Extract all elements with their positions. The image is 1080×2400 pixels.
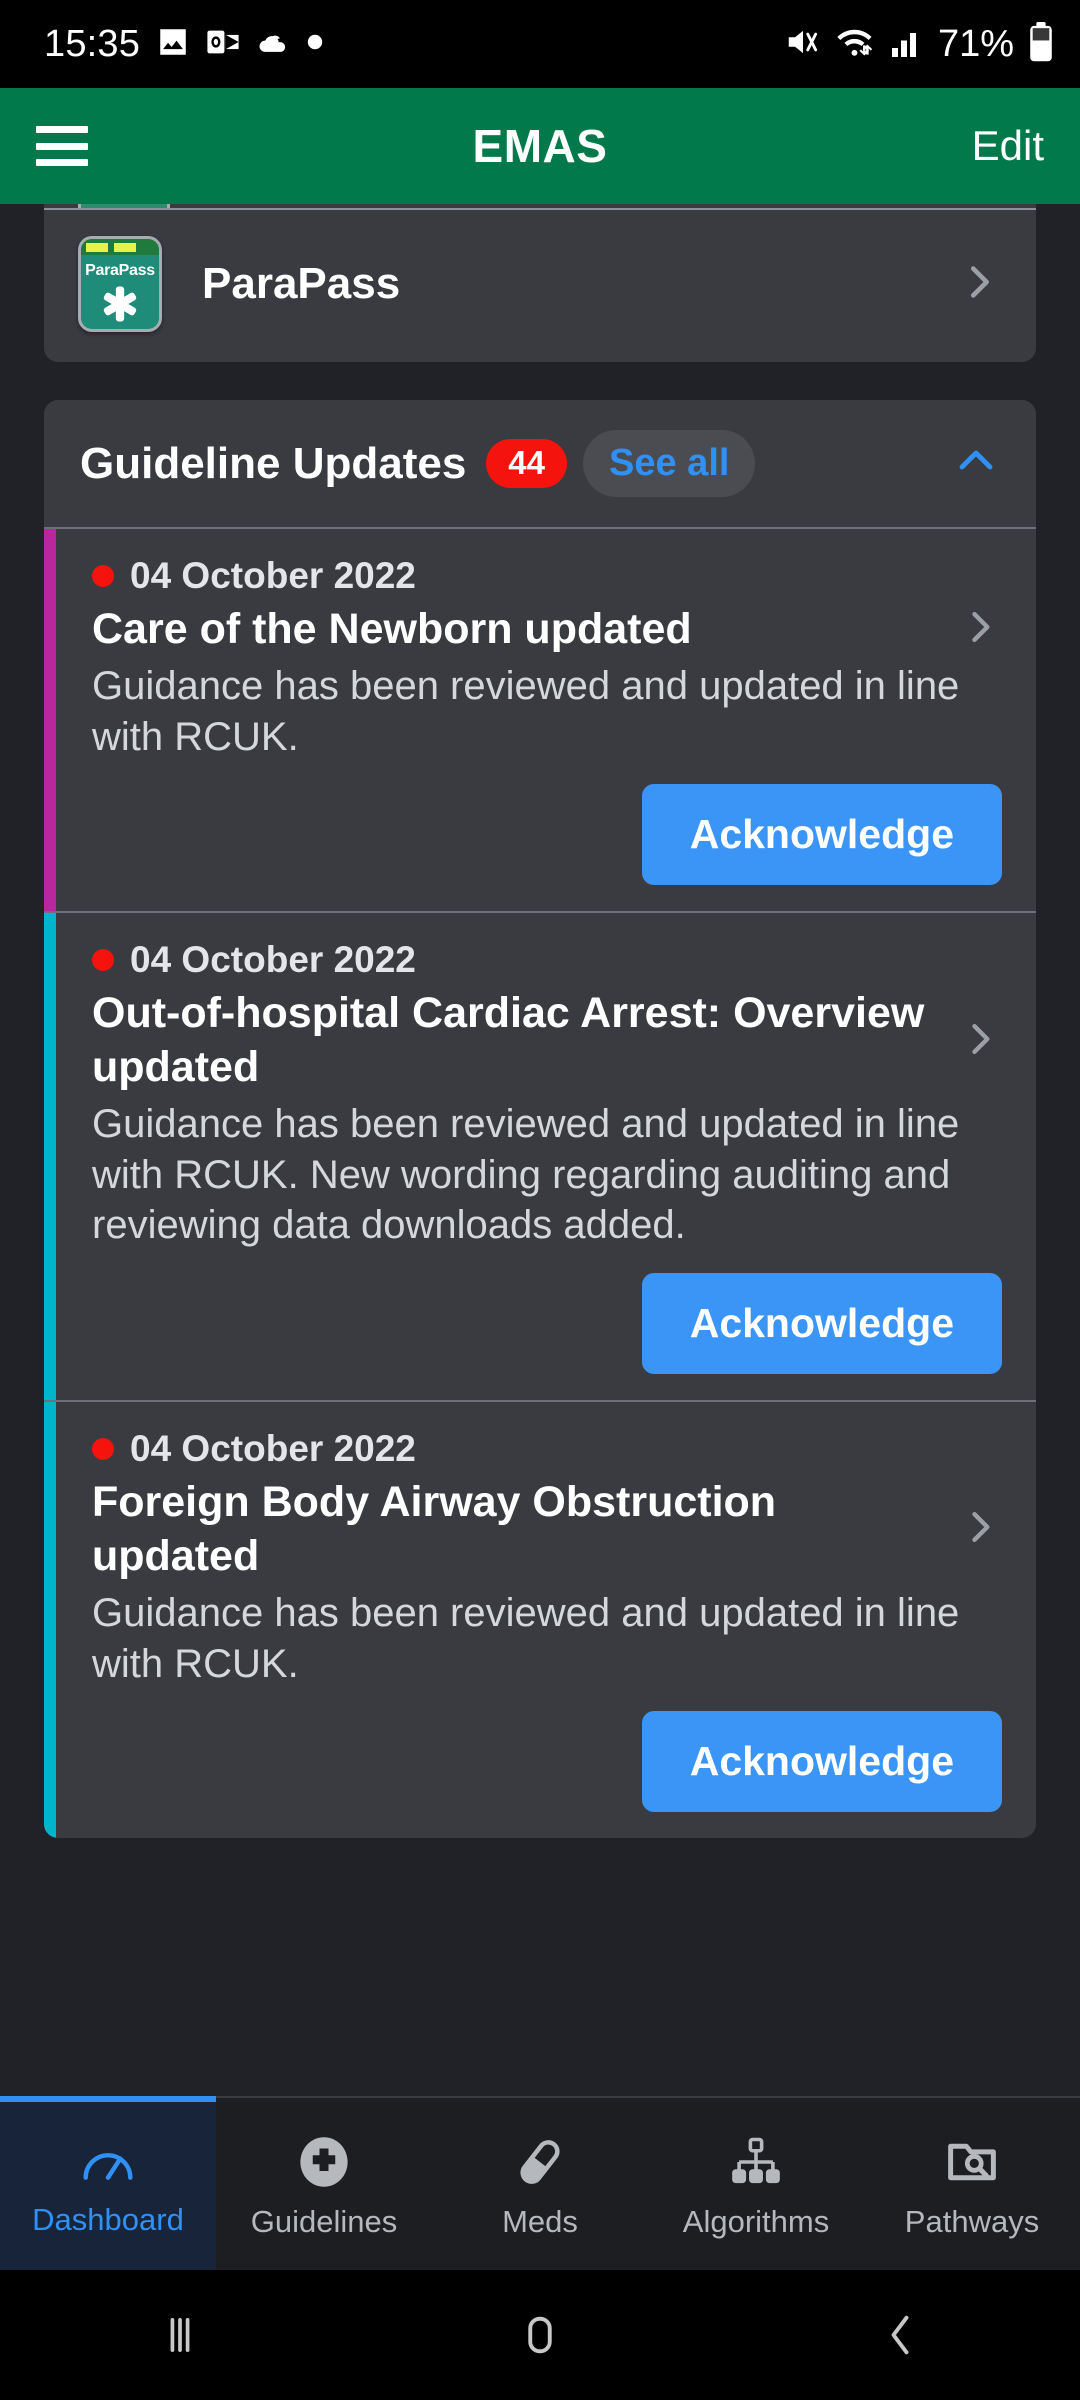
chevron-right-icon[interactable] [958, 605, 1002, 654]
nav-label: Guidelines [250, 2203, 398, 2239]
recent-apps-icon[interactable] [120, 2309, 240, 2361]
unread-dot-icon [92, 565, 114, 587]
back-icon[interactable] [840, 2309, 960, 2361]
dot-icon [306, 33, 324, 56]
star-of-life-icon [81, 284, 159, 324]
medical-cross-circle-icon [297, 2135, 351, 2194]
parapass-app-icon: ParaPass [78, 236, 162, 332]
guideline-update-item[interactable]: 04 October 2022 Out-of-hospital Cardiac … [44, 913, 1036, 1403]
guideline-updates-header: Guideline Updates 44 See all [44, 400, 1036, 529]
item-date: 04 October 2022 [130, 939, 416, 981]
battery-percent: 71% [937, 22, 1014, 65]
app-row-parapass[interactable]: ParaPass ParaPass [44, 208, 1036, 362]
acknowledge-button[interactable]: Acknowledge [641, 1711, 1002, 1813]
item-date: 04 October 2022 [130, 1428, 416, 1470]
guideline-updates-card: Guideline Updates 44 See all 04 October … [44, 400, 1036, 1839]
unread-dot-icon [92, 949, 114, 972]
item-headline-row: Care of the Newborn updated [92, 603, 1002, 657]
item-accent-bar [44, 1402, 56, 1839]
android-navigation-bar [0, 2270, 1080, 2400]
item-action-row: Acknowledge [92, 1711, 1002, 1813]
nav-item-pathways[interactable]: Pathways [864, 2098, 1080, 2270]
apps-card: ParaPass ParaPass [44, 204, 1036, 362]
item-headline: Foreign Body Airway Obstruction updated [92, 1478, 777, 1580]
item-body: Guidance has been reviewed and updated i… [92, 1590, 960, 1686]
parapass-icon-text: ParaPass [85, 262, 155, 279]
item-headline-row: Foreign Body Airway Obstruction updated [92, 1476, 1002, 1584]
chevron-right-icon [956, 259, 1002, 310]
wifi-icon [836, 23, 876, 66]
pill-capsule-icon [513, 2135, 567, 2194]
item-headline: Care of the Newborn updated [92, 605, 692, 653]
nav-label: Dashboard [32, 2201, 184, 2237]
item-date-row: 04 October 2022 [92, 555, 1002, 597]
acknowledge-button[interactable]: Acknowledge [641, 784, 1002, 886]
nav-item-guidelines[interactable]: Guidelines [216, 2098, 432, 2270]
hamburger-menu-icon[interactable] [36, 126, 88, 166]
item-accent-bar [44, 529, 56, 912]
item-headline: Out-of-hospital Cardiac Arrest: Overview… [92, 989, 925, 1092]
chevron-right-icon[interactable] [958, 1017, 1002, 1066]
mute-icon [784, 23, 822, 66]
nav-item-algorithms[interactable]: Algorithms [648, 2098, 864, 2270]
item-date-row: 04 October 2022 [92, 1428, 1002, 1470]
app-bar: EMAS Edit [0, 88, 1080, 204]
item-body: Guidance has been reviewed and updated i… [92, 1101, 960, 1248]
nav-label: Algorithms [682, 2203, 830, 2239]
chevron-right-icon[interactable] [958, 1505, 1002, 1554]
app-row-label: ParaPass [202, 259, 401, 308]
hierarchy-tree-icon [729, 2135, 783, 2194]
nav-label: Meds [502, 2203, 578, 2239]
guideline-update-item[interactable]: 04 October 2022 Care of the Newborn upda… [44, 529, 1036, 914]
main-content[interactable]: ParaPass ParaPass Guideline Updates 44 S… [0, 204, 1080, 2096]
item-action-row: Acknowledge [92, 1273, 1002, 1375]
status-bar-right: 71% [784, 21, 1054, 67]
item-date-row: 04 October 2022 [92, 939, 1002, 981]
folder-search-icon [945, 2135, 999, 2194]
item-accent-bar [44, 913, 56, 1401]
battery-icon [1028, 21, 1054, 67]
status-bar: 15:35 71% [0, 0, 1080, 88]
gauge-icon [79, 2137, 137, 2192]
status-bar-left: 15:35 [44, 23, 324, 66]
page-title: EMAS [472, 120, 608, 172]
nav-item-dashboard[interactable]: Dashboard [0, 2096, 216, 2270]
bottom-navigation: Dashboard Guidelines Meds Algorithms Pat… [0, 2096, 1080, 2270]
item-body: Guidance has been reviewed and updated i… [92, 663, 960, 759]
nav-item-meds[interactable]: Meds [432, 2098, 648, 2270]
item-action-row: Acknowledge [92, 784, 1002, 886]
weather-cloud-icon [256, 25, 290, 64]
guideline-update-item[interactable]: 04 October 2022 Foreign Body Airway Obst… [44, 1402, 1036, 1839]
guideline-updates-title: Guideline Updates [80, 438, 467, 488]
item-headline-row: Out-of-hospital Cardiac Arrest: Overview… [92, 987, 1002, 1095]
parapass-icon-topbar [81, 239, 159, 255]
signal-icon [890, 24, 924, 65]
unread-dot-icon [92, 1438, 114, 1461]
item-date: 04 October 2022 [130, 555, 416, 596]
phone-screen: 15:35 71% EMAS Edit ParaPass ParaPass Gu… [0, 0, 1080, 2400]
photos-icon [156, 25, 190, 64]
status-time: 15:35 [44, 22, 141, 65]
acknowledge-button[interactable]: Acknowledge [641, 1273, 1002, 1375]
home-icon[interactable] [480, 2309, 600, 2361]
nav-label: Pathways [904, 2203, 1040, 2239]
chevron-up-icon[interactable] [952, 437, 1000, 490]
updates-count-badge: 44 [486, 439, 568, 488]
outlook-icon [206, 25, 240, 64]
edit-button[interactable]: Edit [972, 122, 1044, 170]
see-all-button[interactable]: See all [583, 430, 756, 497]
